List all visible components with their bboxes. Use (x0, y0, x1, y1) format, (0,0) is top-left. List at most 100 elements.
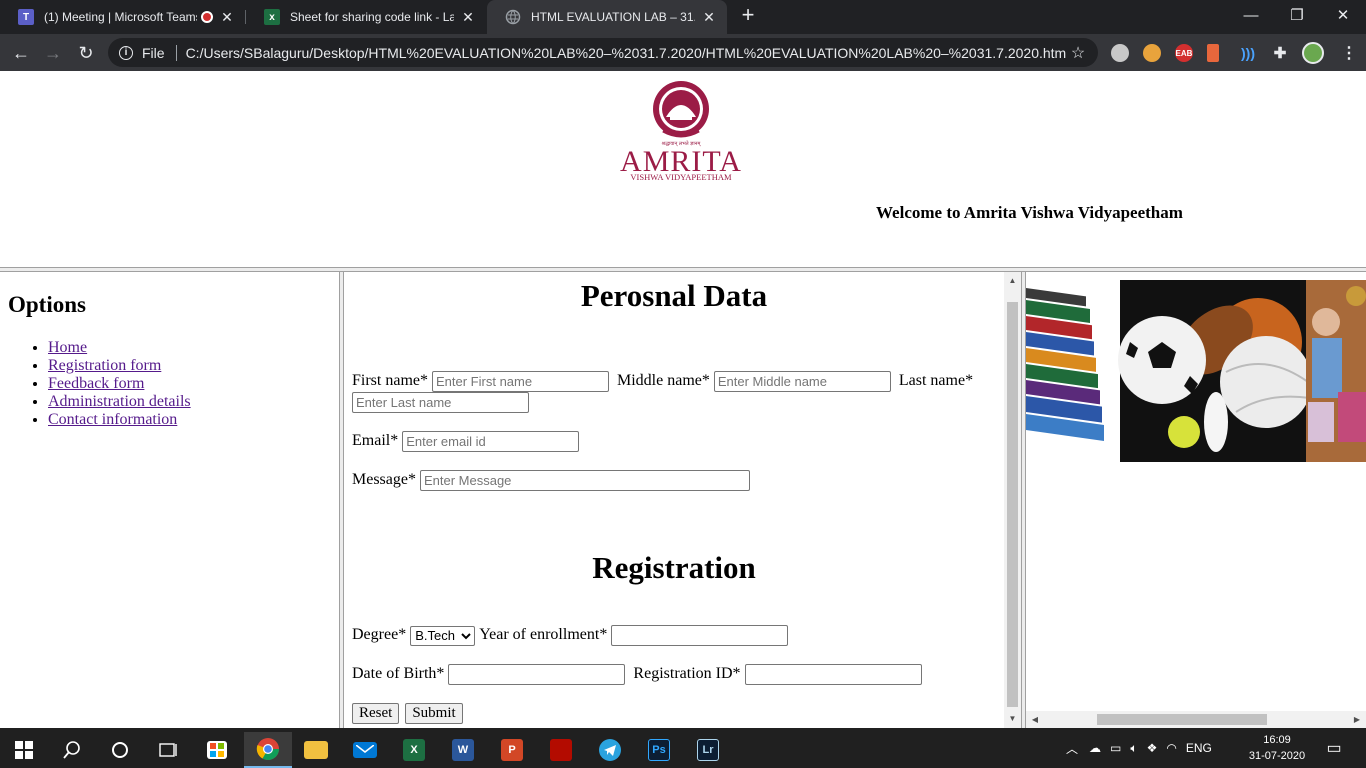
extension-5-icon[interactable]: ))) (1239, 44, 1257, 62)
system-tray: ︿ ☁ ▭ 🔈︎ ❖ ◠ ENG (1066, 728, 1212, 768)
books-image (1026, 288, 1104, 441)
list-item: Feedback form (48, 375, 191, 393)
last-name-label: Last name* (898, 372, 974, 390)
close-window-icon[interactable]: ✕ (1320, 0, 1366, 30)
task-view-icon[interactable] (144, 732, 192, 768)
photoshop-icon[interactable]: Ps (635, 732, 683, 768)
notifications-icon[interactable]: ▭ (1322, 728, 1346, 768)
address-bar[interactable]: i File C:/Users/SBalaguru/Desktop/HTML%2… (108, 38, 1098, 67)
acrobat-icon[interactable] (537, 732, 585, 768)
scroll-right-arrow-icon[interactable]: ▶ (1350, 711, 1364, 728)
logo-subtitle: VISHWA VIDYAPEETHAM (630, 172, 732, 181)
reload-icon[interactable]: ↻ (73, 40, 99, 66)
word-icon[interactable]: W (439, 732, 487, 768)
feedback-form-link[interactable]: Feedback form (48, 375, 144, 392)
degree-select[interactable]: B.Tech (410, 625, 476, 646)
scrollbar-thumb[interactable] (1007, 302, 1018, 707)
registration-id-label: Registration ID* (633, 665, 741, 683)
dropbox-icon[interactable]: ❖ (1147, 741, 1158, 755)
header-frame: श्रद्धावान् लभते ज्ञानम् AMRITA VISHWA V… (0, 71, 1366, 267)
tab-sheet[interactable]: x Sheet for sharing code link - Lab ✕ (246, 0, 486, 34)
scroll-left-arrow-icon[interactable]: ◀ (1028, 711, 1042, 728)
close-tab-icon[interactable]: ✕ (219, 9, 235, 25)
horizontal-scrollbar[interactable]: ◀ ▶ (1026, 711, 1366, 728)
close-tab-icon[interactable]: ✕ (460, 9, 476, 25)
new-tab-button[interactable]: + (737, 4, 759, 27)
restore-icon[interactable]: ❐ (1274, 0, 1320, 30)
telegram-icon[interactable] (586, 732, 634, 768)
home-link[interactable]: Home (48, 339, 87, 356)
profile-avatar-icon[interactable] (1302, 42, 1324, 64)
collage-image (1026, 280, 1366, 462)
date-of-birth-input[interactable] (448, 664, 626, 685)
administration-details-link[interactable]: Administration details (48, 393, 191, 410)
bookmark-star-icon[interactable]: ☆ (1066, 43, 1090, 63)
powerpoint-icon[interactable]: P (488, 732, 536, 768)
scrollbar-thumb[interactable] (1097, 714, 1267, 725)
minimize-icon[interactable]: — (1228, 0, 1274, 30)
date-of-birth-label: Date of Birth* (352, 665, 445, 683)
chrome-icon[interactable] (244, 732, 292, 768)
volume-icon[interactable]: 🔈︎ (1130, 741, 1137, 756)
search-icon[interactable] (48, 732, 96, 768)
middle-name-input[interactable] (713, 371, 891, 392)
scroll-down-arrow-icon[interactable]: ▼ (1004, 712, 1021, 726)
globe-icon (505, 9, 521, 25)
year-of-enrollment-label: Year of enrollment* (479, 626, 608, 644)
tab-title: HTML EVALUATION LAB – 31.7.2020 (531, 10, 695, 24)
taskbar-clock[interactable]: 16:09 31-07-2020 (1247, 732, 1307, 764)
name-row: First name* Middle name* Last name* (352, 371, 977, 392)
extension-2-icon[interactable] (1143, 44, 1161, 62)
teams-icon: T (18, 9, 34, 25)
store-icon[interactable] (193, 732, 241, 768)
degree-row: Degree* B.Tech Year of enrollment* (352, 625, 789, 646)
show-hidden-icons-icon[interactable]: ︿ (1066, 740, 1078, 757)
registration-id-input[interactable] (744, 664, 922, 685)
submit-button[interactable]: Submit (405, 703, 463, 724)
excel-icon[interactable]: X (390, 732, 438, 768)
url-text[interactable]: C:/Users/SBalaguru/Desktop/HTML%20EVALUA… (186, 45, 1066, 61)
battery-icon[interactable]: ▭ (1110, 741, 1121, 755)
extension-eab-icon[interactable]: EAB (1175, 44, 1193, 62)
nav-frame: Options Home Registration form Feedback … (0, 272, 339, 728)
extension-1-icon[interactable] (1111, 44, 1129, 62)
extension-4-icon[interactable] (1207, 44, 1219, 62)
back-icon[interactable]: ← (8, 40, 34, 66)
list-item: Home (48, 339, 191, 357)
language-indicator[interactable]: ENG (1186, 741, 1212, 755)
cortana-icon[interactable] (96, 732, 144, 768)
message-input[interactable] (419, 470, 750, 491)
start-button[interactable] (0, 732, 48, 768)
message-row: Message* (352, 470, 750, 491)
tab-html-evaluation[interactable]: HTML EVALUATION LAB – 31.7.2020 ✕ (487, 0, 727, 34)
message-label: Message* (352, 471, 416, 489)
scroll-up-arrow-icon[interactable]: ▲ (1004, 274, 1021, 288)
extensions-puzzle-icon[interactable]: ✚ (1271, 44, 1289, 62)
tab-teams[interactable]: T (1) Meeting | Microsoft Teams ✕ (0, 0, 245, 34)
degree-label: Degree* (352, 626, 407, 644)
tab-title: Sheet for sharing code link - Lab (290, 10, 454, 24)
menu-kebab-icon[interactable]: ⋮ (1340, 44, 1358, 62)
first-name-input[interactable] (432, 371, 609, 392)
forward-icon[interactable]: → (40, 40, 66, 66)
image-frame (1026, 272, 1366, 712)
reset-button[interactable]: Reset (352, 703, 400, 724)
windows-logo-icon (15, 741, 33, 759)
middle-name-label: Middle name* (617, 372, 710, 390)
email-input[interactable] (402, 431, 580, 452)
last-name-input[interactable] (352, 392, 529, 413)
year-of-enrollment-input[interactable] (611, 625, 789, 646)
email-label: Email* (352, 432, 399, 450)
onedrive-icon[interactable]: ☁ (1089, 741, 1101, 755)
sports-balls-image (1118, 280, 1312, 462)
close-tab-icon[interactable]: ✕ (701, 9, 717, 25)
wifi-icon[interactable]: ◠ (1166, 741, 1176, 755)
vertical-scrollbar[interactable]: ▲ ▼ (1004, 272, 1021, 728)
mail-icon[interactable] (341, 732, 389, 768)
file-explorer-icon[interactable] (292, 732, 340, 768)
registration-form-link[interactable]: Registration form (48, 357, 161, 374)
options-list: Home Registration form Feedback form Adm… (48, 339, 191, 429)
info-icon[interactable]: i (119, 45, 133, 60)
lightroom-icon[interactable]: Lr (684, 732, 732, 768)
contact-information-link[interactable]: Contact information (48, 411, 177, 428)
